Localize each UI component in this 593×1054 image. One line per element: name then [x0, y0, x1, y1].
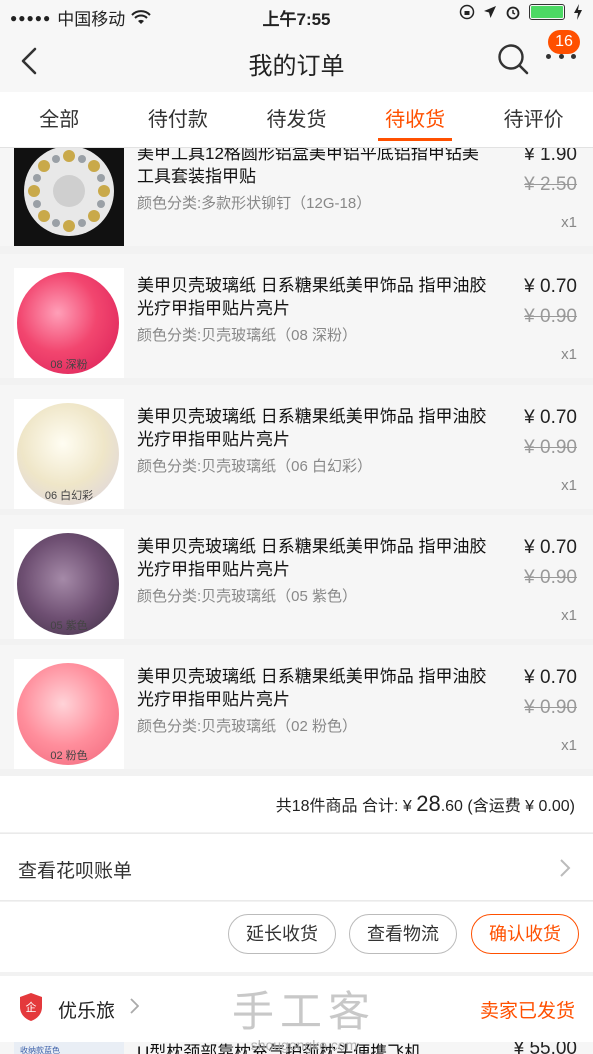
chevron-right-icon	[560, 859, 571, 877]
more-dots-icon[interactable]	[546, 54, 576, 66]
product-quantity: x1	[561, 737, 577, 754]
thumb-label: 02 粉色	[50, 750, 88, 762]
product-quantity: x1	[561, 346, 577, 363]
product-image: 08 深粉	[14, 268, 124, 378]
order-item[interactable]: 06 白幻彩 美甲贝壳玻璃纸 日系糖果纸美甲饰品 指甲油胶光疗甲指甲贴片亮片 颜…	[0, 385, 593, 509]
product-title[interactable]: 美甲工具12格圆形铝盒美甲铝平底铝指甲钻美工具套装指甲贴	[137, 148, 487, 188]
product-original-price: ¥ 0.90	[524, 697, 577, 718]
product-quantity: x1	[561, 214, 577, 231]
product-spec: 颜色分类:贝壳玻璃纸（08 深粉）	[137, 327, 358, 344]
charging-icon	[574, 4, 582, 20]
product-title[interactable]: 美甲贝壳玻璃纸 日系糖果纸美甲饰品 指甲油胶光疗甲指甲贴片亮片	[137, 405, 487, 451]
huabei-bill-label: 查看花呗账单	[18, 861, 133, 882]
message-badge: 16	[548, 30, 580, 54]
huabei-bill-link[interactable]: 查看花呗账单	[0, 833, 593, 901]
summary-total-decimal: .60	[440, 798, 463, 815]
thumb-label: 收纳款蓝色	[20, 1046, 60, 1054]
product-spec: 颜色分类:多款形状铆钉（12G-18）	[137, 195, 372, 212]
product-price: ¥ 0.70	[524, 667, 577, 688]
chevron-right-icon	[130, 998, 139, 1014]
order-list[interactable]: 美甲工具12格圆形铝盒美甲铝平底铝指甲钻美工具套装指甲贴 颜色分类:多款形状铆钉…	[0, 148, 593, 1054]
nav-bar: 我的订单 16	[0, 30, 593, 92]
product-image	[14, 148, 124, 246]
product-spec: 颜色分类:贝壳玻璃纸（05 紫色）	[137, 588, 358, 605]
product-price: ¥ 55.00	[513, 1042, 577, 1054]
summary-shipping: (含运费 ¥ 0.00)	[467, 798, 575, 815]
order-item[interactable]: 08 深粉 美甲贝壳玻璃纸 日系糖果纸美甲饰品 指甲油胶光疗甲指甲贴片亮片 颜色…	[0, 254, 593, 378]
product-price: ¥ 0.70	[524, 276, 577, 297]
summary-count: 共18件商品 合计: ¥	[275, 798, 412, 815]
order-summary: 共18件商品 合计: ¥ 28.60 (含运费 ¥ 0.00)	[0, 776, 593, 832]
status-bar: ●●●●● 中国移动 上午7:55	[0, 0, 593, 30]
order-item[interactable]: 05 紫色 美甲贝壳玻璃纸 日系糖果纸美甲饰品 指甲油胶光疗甲指甲贴片亮片 颜色…	[0, 515, 593, 639]
view-logistics-button[interactable]: 查看物流	[349, 914, 457, 954]
extend-receipt-button[interactable]: 延长收货	[228, 914, 336, 954]
location-icon	[484, 6, 496, 18]
product-price: ¥ 0.70	[524, 407, 577, 428]
watermark-logo: 手工客	[232, 987, 377, 1036]
rhinestone-case-image	[24, 148, 114, 236]
order-actions: 延长收货 查看物流 确认收货	[0, 902, 593, 972]
product-image: 02 粉色	[14, 659, 124, 769]
summary-total-integer: 28	[416, 791, 441, 816]
product-title[interactable]: 美甲贝壳玻璃纸 日系糖果纸美甲饰品 指甲油胶光疗甲指甲贴片亮片	[137, 535, 487, 581]
product-spec: 颜色分类:贝壳玻璃纸（06 白幻彩）	[137, 458, 373, 475]
order-tabs: 全部 待付款 待发货 待收货 待评价	[0, 92, 593, 148]
alarm-icon	[506, 6, 520, 20]
watermark: 手工客 shougongke.com	[232, 978, 376, 1053]
search-icon[interactable]	[496, 42, 530, 76]
orientation-lock-icon	[459, 4, 475, 20]
product-quantity: x1	[561, 477, 577, 494]
product-quantity: x1	[561, 607, 577, 624]
product-original-price: ¥ 2.50	[524, 174, 577, 195]
product-image: 06 白幻彩	[14, 399, 124, 509]
product-original-price: ¥ 0.90	[524, 306, 577, 327]
thumb-label: 05 紫色	[50, 620, 88, 632]
tab-all[interactable]: 全部	[0, 92, 119, 147]
product-original-price: ¥ 0.90	[524, 567, 577, 588]
product-spec: 颜色分类:贝壳玻璃纸（02 粉色）	[137, 718, 358, 735]
order-status: 卖家已发货	[479, 1001, 575, 1022]
product-price: ¥ 1.90	[524, 148, 577, 165]
tab-pending-review[interactable]: 待评价	[474, 92, 593, 147]
tab-pending-payment[interactable]: 待付款	[119, 92, 238, 147]
tab-pending-receipt[interactable]: 待收货	[356, 92, 475, 147]
watermark-url: shougongke.com	[250, 1037, 358, 1053]
battery-icon	[529, 4, 565, 20]
thumb-label: 08 深粉	[50, 359, 88, 371]
product-image: 05 紫色	[14, 529, 124, 639]
svg-text:企: 企	[26, 1000, 37, 1014]
product-image: 收纳款蓝色	[14, 1042, 124, 1054]
product-title[interactable]: 美甲贝壳玻璃纸 日系糖果纸美甲饰品 指甲油胶光疗甲指甲贴片亮片	[137, 274, 487, 320]
shop-badge-icon: 企	[20, 993, 42, 1021]
product-original-price: ¥ 0.90	[524, 437, 577, 458]
tab-pending-shipment[interactable]: 待发货	[237, 92, 356, 147]
status-right	[459, 4, 583, 20]
shop-name[interactable]: 优乐旅	[58, 996, 115, 1023]
product-title[interactable]: 美甲贝壳玻璃纸 日系糖果纸美甲饰品 指甲油胶光疗甲指甲贴片亮片	[137, 665, 487, 711]
order-item[interactable]: 美甲工具12格圆形铝盒美甲铝平底铝指甲钻美工具套装指甲贴 颜色分类:多款形状铆钉…	[0, 148, 593, 246]
product-price: ¥ 0.70	[524, 537, 577, 558]
confirm-receipt-button[interactable]: 确认收货	[471, 914, 579, 954]
order-item[interactable]: 02 粉色 美甲贝壳玻璃纸 日系糖果纸美甲饰品 指甲油胶光疗甲指甲贴片亮片 颜色…	[0, 645, 593, 769]
thumb-label: 06 白幻彩	[44, 490, 94, 502]
